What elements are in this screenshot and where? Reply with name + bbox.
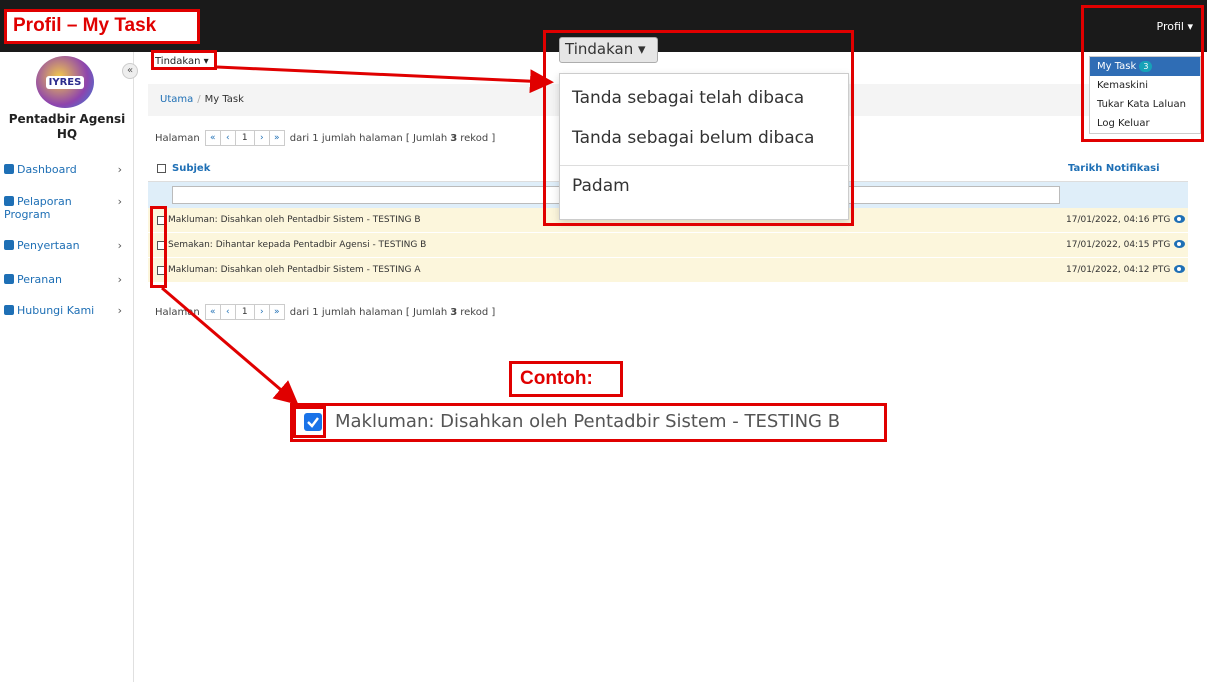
arrow-to-example	[161, 286, 299, 405]
arrow-to-tindakan-dropdown	[216, 65, 554, 94]
annotation-arrows	[161, 65, 554, 405]
